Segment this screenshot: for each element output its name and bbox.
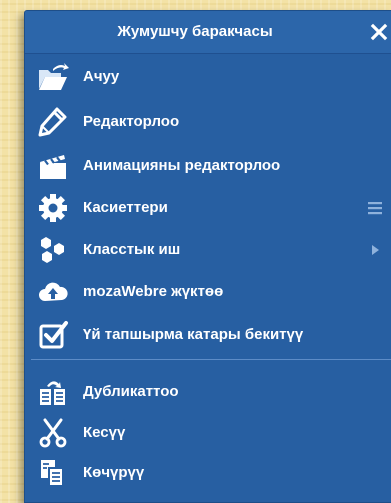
menu-item-label: mozaWebre жүктөө (83, 283, 224, 300)
menu-item-assign-homework[interactable]: Үй тапшырма катары бекитүү (25, 315, 391, 355)
menu-title-bar: Жумушчу баракчасы (25, 11, 391, 54)
duplicate-icon (40, 381, 65, 405)
hexagons-icon (41, 237, 64, 263)
menu-item-edit[interactable]: Редакторлоо (25, 102, 391, 142)
menu-item-label: Класстык иш (83, 241, 181, 258)
menu-title: Жумушчу баракчасы (117, 23, 273, 40)
close-button[interactable] (366, 18, 391, 46)
menu-item-copy[interactable]: Көчүрүү (25, 453, 391, 493)
menu-item-animation-edit[interactable]: Анимацияны редакторлоо (25, 146, 391, 186)
menu-item-label: Касиеттери (83, 199, 168, 216)
pencil-icon (38, 107, 67, 137)
menu-item-properties[interactable]: Касиеттери (25, 188, 391, 228)
menu-item-mozaweb-upload[interactable]: mozaWebre жүктөө (25, 272, 391, 312)
clapperboard-icon (40, 155, 66, 179)
menu-item-label: Редакторлоо (83, 113, 180, 130)
menu-item-label: Кесүү (83, 424, 126, 441)
close-icon (370, 23, 388, 41)
copy-icon (41, 460, 64, 487)
menu-item-duplicate[interactable]: Дубликаттоо (25, 372, 391, 412)
worksheet-menu-panel: Жумушчу баракчасы Ачуу Редакторлоо Анима… (24, 10, 391, 503)
menu-item-label: Үй тапшырма катары бекитүү (83, 326, 304, 343)
submenu-arrow-icon (372, 245, 379, 255)
menu-separator (31, 359, 391, 360)
gear-icon (39, 194, 67, 222)
scissors-icon (39, 418, 67, 448)
menu-item-label: Анимацияны редакторлоо (83, 157, 281, 174)
menu-item-cut[interactable]: Кесүү (25, 413, 391, 453)
menu-item-label: Көчүрүү (83, 464, 145, 481)
cloud-upload-icon (39, 282, 68, 301)
menu-item-class-work[interactable]: Класстык иш (25, 230, 391, 270)
menu-item-open[interactable]: Ачуу (25, 57, 391, 97)
menu-item-label: Дубликаттоо (83, 383, 179, 400)
menu-item-label: Ачуу (83, 68, 120, 85)
checkbox-icon (39, 321, 68, 349)
open-folder-icon (39, 63, 69, 90)
drag-handle-icon[interactable] (367, 200, 383, 216)
